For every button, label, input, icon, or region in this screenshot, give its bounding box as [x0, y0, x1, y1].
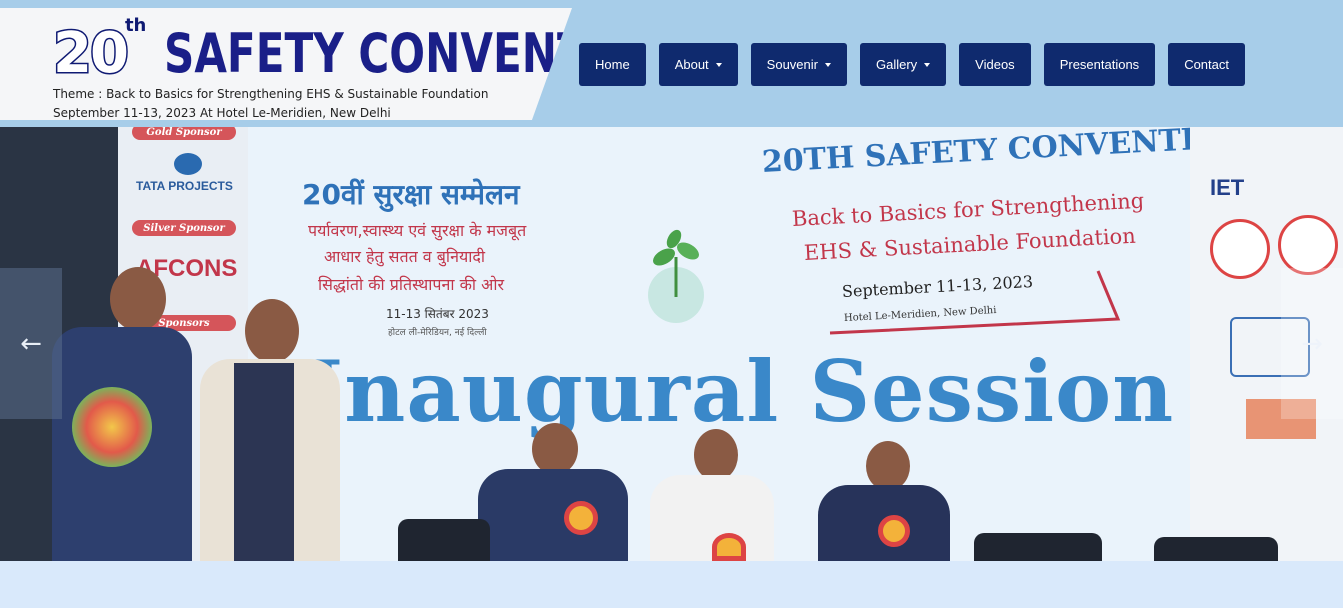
hindi-title: 20वीं सुरक्षा सम्मेलन [302, 178, 520, 211]
plant-globe-icon [648, 229, 704, 323]
nav-presentations-label: Presentations [1059, 57, 1140, 72]
arrow-left-icon: ← [20, 328, 42, 359]
nav-home-label: Home [595, 57, 630, 72]
date-venue-text: September 11-13, 2023 At Hotel Le-Meridi… [53, 106, 391, 120]
hindi-line-3: सिद्धांतो की प्रतिस्थापना की ओर [318, 275, 505, 294]
main-nav: Home About Souvenir Gallery Videos Prese… [579, 43, 1245, 86]
theme-text: Theme : Back to Basics for Strengthening… [53, 87, 489, 101]
nav-gallery[interactable]: Gallery [859, 43, 947, 86]
nav-about-label: About [674, 57, 709, 72]
nav-contact-label: Contact [1184, 57, 1229, 72]
nav-videos[interactable]: Videos [959, 43, 1031, 86]
nav-souvenir-label: Souvenir [766, 57, 818, 72]
logo-panel[interactable]: 20 th SAFETY CONVENTION Theme : Back to … [0, 8, 572, 120]
hindi-venue: होटल ली-मेरिडियन, नई दिल्ली [388, 328, 487, 338]
gold-sponsor-logo: TATA PROJECTS [136, 179, 233, 193]
person-seated-2 [650, 429, 774, 561]
person-presenting [190, 299, 340, 561]
logo-number: 20 [52, 20, 131, 87]
tata-logo-icon [174, 153, 202, 175]
session-heading: Inaugural Session [304, 342, 1175, 441]
person-seated-3 [818, 441, 950, 561]
nav-contact[interactable]: Contact [1168, 43, 1245, 86]
person-seated-1 [478, 423, 628, 561]
emblem-icon [1210, 219, 1270, 279]
nav-about[interactable]: About [658, 43, 738, 86]
convention-title: 20TH SAFETY CONVENTION [761, 127, 1250, 180]
caret-down-icon [924, 62, 931, 67]
bouquet-icon [72, 387, 152, 467]
nav-gallery-label: Gallery [875, 57, 918, 72]
emblem-icon [1278, 215, 1338, 275]
carousel-prev-button[interactable]: ← [0, 268, 62, 419]
site-header: 20 th SAFETY CONVENTION Theme : Back to … [0, 0, 1343, 127]
silver-sponsor-tag: Silver Sponsor [132, 220, 236, 236]
hero-carousel: Gold Sponsor TATA PROJECTS Silver Sponso… [0, 127, 1343, 561]
iet-logo: IET [1210, 175, 1245, 200]
hindi-line-1: पर्यावरण,स्वास्थ्य एवं सुरक्षा के मजबूत [308, 221, 527, 240]
carousel-next-button[interactable]: → [1281, 268, 1343, 419]
nav-presentations[interactable]: Presentations [1043, 43, 1156, 86]
caret-down-icon [824, 62, 831, 67]
arrow-right-icon: → [1301, 328, 1323, 359]
person-with-bouquet [52, 267, 192, 561]
chair [1154, 537, 1278, 561]
nav-home[interactable]: Home [579, 43, 646, 86]
nav-souvenir[interactable]: Souvenir [750, 43, 847, 86]
nav-videos-label: Videos [975, 57, 1015, 72]
logo-superscript: th [124, 15, 147, 36]
chair [974, 533, 1102, 561]
hindi-date: 11-13 सितंबर 2023 [386, 307, 489, 321]
convention-sub-2: EHS & Sustainable Foundation [803, 223, 1137, 265]
below-hero-area [0, 561, 1343, 608]
banner-underline [829, 270, 1121, 335]
chair [398, 519, 490, 561]
gold-sponsor-tag: Gold Sponsor [132, 127, 236, 140]
convention-sub-1: Back to Basics for Strengthening [791, 188, 1145, 231]
hindi-line-2: आधार हेतु सतत व बुनियादी [324, 247, 486, 266]
caret-down-icon [715, 62, 722, 67]
